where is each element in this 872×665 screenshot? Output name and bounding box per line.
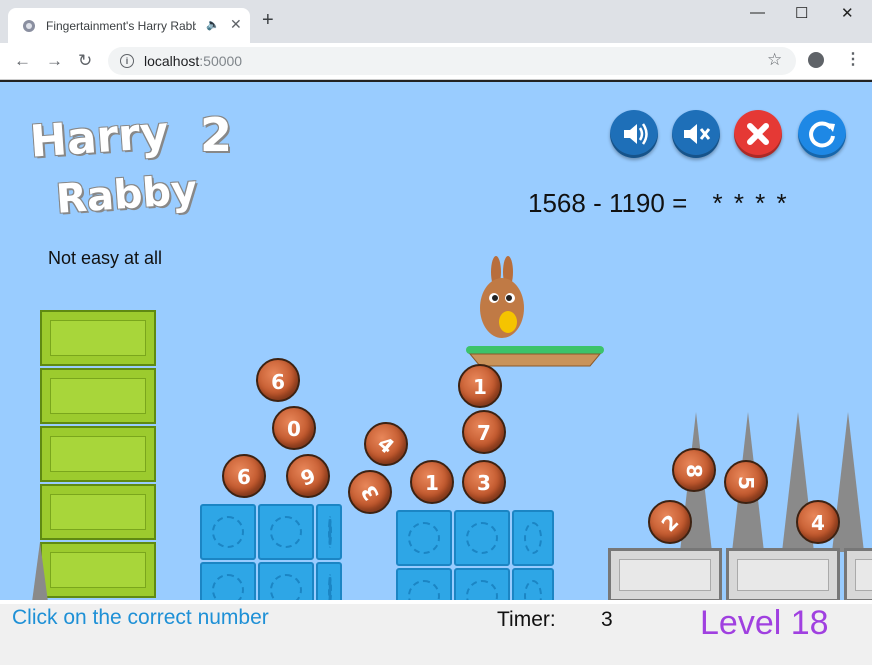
number-coin[interactable]: 9 — [286, 454, 330, 498]
number-coin[interactable]: 0 — [272, 406, 316, 450]
timer-label: Timer: — [497, 608, 556, 631]
address-bar[interactable]: i localhost:50000 — [108, 47, 796, 75]
green-block — [40, 426, 156, 482]
speaker-icon[interactable]: 🔈 — [206, 18, 220, 31]
speaker-on-icon — [624, 123, 648, 145]
number-coin[interactable]: 1 — [410, 460, 454, 504]
bookmark-star-icon[interactable]: ☆ — [767, 50, 782, 70]
close-icon — [747, 123, 769, 145]
number-coin[interactable]: 9 — [256, 358, 300, 402]
menu-icon[interactable]: ⋮ — [845, 49, 861, 69]
blue-block — [258, 504, 314, 560]
blue-block — [316, 562, 342, 600]
blue-block — [316, 504, 342, 560]
reload-icon[interactable]: ↻ — [78, 51, 92, 71]
minimize-button[interactable]: — — [750, 4, 765, 21]
green-block — [40, 484, 156, 540]
number-coin[interactable]: 4 — [796, 500, 840, 544]
stone-block — [608, 548, 722, 600]
green-block — [40, 368, 156, 424]
instruction-text: Click on the correct number — [12, 606, 269, 629]
new-tab-button[interactable]: + — [262, 10, 274, 30]
blue-block — [200, 504, 256, 560]
stone-block — [844, 548, 872, 600]
blue-block — [396, 510, 452, 566]
info-icon[interactable]: i — [120, 54, 134, 68]
number-coin[interactable]: 6 — [222, 454, 266, 498]
blue-block — [200, 562, 256, 600]
sound-on-button[interactable] — [610, 110, 658, 158]
number-coin[interactable]: 1 — [458, 364, 502, 408]
spike-left — [32, 542, 48, 600]
restart-button[interactable] — [798, 110, 846, 158]
answer-mask: * * * * — [712, 188, 789, 218]
equation: 1568 - 1190 = * * * * — [528, 188, 789, 219]
speaker-mute-icon — [684, 124, 711, 144]
close-window-button[interactable]: ✕ — [841, 4, 854, 22]
number-coin[interactable]: 5 — [724, 460, 768, 504]
back-icon[interactable]: ← — [14, 51, 31, 71]
mute-button[interactable] — [672, 110, 720, 158]
game-canvas[interactable]: Harry 2 Rabby Not easy at all 1568 - 119… — [0, 80, 872, 600]
logo-number: 2 — [200, 108, 233, 162]
logo-title-line2: Rabby — [54, 167, 199, 223]
browser-tab[interactable]: Fingertainment's Harry Rabb 🔈 ✕ — [8, 8, 250, 43]
tab-strip: Fingertainment's Harry Rabb 🔈 ✕ + — ☐ ✕ — [0, 0, 872, 43]
restart-icon — [809, 121, 835, 148]
tab-close-icon[interactable]: ✕ — [230, 16, 242, 33]
green-block — [40, 542, 156, 598]
blue-block — [512, 510, 554, 566]
blue-block — [512, 568, 554, 600]
number-coin[interactable]: 2 — [648, 500, 692, 544]
green-block — [40, 310, 156, 366]
stone-block — [726, 548, 840, 600]
forward-icon[interactable]: → — [46, 51, 63, 71]
timer-value: 3 — [601, 608, 613, 631]
number-coin[interactable]: 4 — [364, 422, 408, 466]
tab-title: Fingertainment's Harry Rabb — [46, 19, 196, 33]
equation-text: 1568 - 1190 = — [528, 188, 688, 218]
number-coin[interactable]: 8 — [672, 448, 716, 492]
number-coin[interactable]: 3 — [348, 470, 392, 514]
account-icon[interactable] — [808, 52, 824, 68]
browser-toolbar: ← → ↻ i localhost:50000 — [0, 43, 872, 80]
status-bar: Click on the correct number Timer: 3 Lev… — [0, 600, 872, 665]
quit-button[interactable] — [734, 110, 782, 158]
maximize-button[interactable]: ☐ — [795, 4, 808, 22]
blue-block — [454, 568, 510, 600]
number-coin[interactable]: 3 — [462, 460, 506, 504]
difficulty-label: Not easy at all — [48, 248, 163, 268]
logo-title-line1: Harry — [28, 107, 171, 168]
blue-block — [454, 510, 510, 566]
favicon-icon — [23, 20, 35, 32]
number-coin[interactable]: 7 — [462, 410, 506, 454]
url-text: localhost:50000 — [144, 53, 243, 69]
blue-block — [258, 562, 314, 600]
blue-block — [396, 568, 452, 600]
level-indicator: Level 18 — [700, 604, 829, 642]
